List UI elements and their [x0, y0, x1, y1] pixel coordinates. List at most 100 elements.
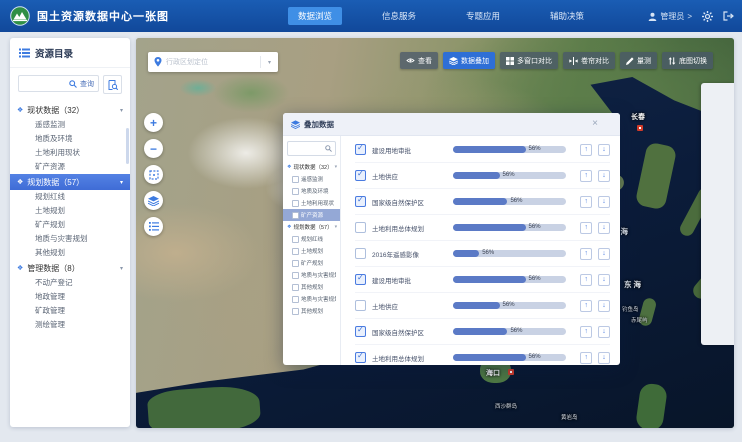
layer-checkbox[interactable] [355, 274, 366, 285]
move-up-button[interactable]: ↑ [580, 352, 592, 364]
layer-checkbox[interactable] [355, 326, 366, 337]
sidebar-item[interactable]: 地质及环境 [10, 132, 130, 146]
tool-5-button[interactable]: 量测 [620, 52, 657, 69]
sidebar-item[interactable]: 矿产规划 [10, 218, 130, 232]
checkbox[interactable] [292, 212, 299, 219]
checkbox[interactable] [292, 188, 299, 195]
sidebar-item[interactable]: 矿产资源 [10, 160, 130, 174]
checkbox[interactable] [292, 248, 299, 255]
move-down-button[interactable]: ↓ [598, 170, 610, 182]
opacity-slider[interactable]: 56% [453, 146, 566, 153]
opacity-slider[interactable]: 56% [453, 250, 566, 257]
tool-1-button[interactable]: 查看 [400, 52, 438, 69]
move-down-button[interactable]: ↓ [598, 300, 610, 312]
move-up-button[interactable]: ↑ [580, 274, 592, 286]
move-down-button[interactable]: ↓ [598, 326, 610, 338]
sidebar-item[interactable]: 地政管理 [10, 290, 130, 304]
sidebar-item[interactable]: 矿政管理 [10, 304, 130, 318]
move-down-button[interactable]: ↓ [598, 144, 610, 156]
checkbox[interactable] [292, 296, 299, 303]
sidebar-scrollbar[interactable] [126, 128, 129, 164]
dialog-search-input[interactable] [287, 141, 336, 156]
layers-button[interactable] [144, 191, 163, 210]
advanced-search-button[interactable] [103, 75, 122, 94]
user-menu[interactable]: 管理员 > [648, 11, 692, 22]
move-up-button[interactable]: ↑ [580, 300, 592, 312]
right-drawer[interactable] [701, 83, 734, 345]
dialog-tree-item[interactable]: 地质与灾害规划 [287, 269, 336, 281]
sidebar-item[interactable]: 遥感监测 [10, 118, 130, 132]
dialog-tree-group-2[interactable]: ❖规划数据（57）▾ [287, 221, 336, 233]
settings-gear-icon[interactable] [702, 11, 713, 22]
legend-button[interactable] [144, 217, 163, 236]
opacity-slider[interactable]: 56% [453, 302, 566, 309]
nav-item-1[interactable]: 数据浏览 [288, 7, 342, 25]
dialog-tree-group-1[interactable]: ❖现状数据（32）▾ [287, 161, 336, 173]
dialog-tree-item[interactable]: 土地利用现状 [287, 197, 336, 209]
checkbox[interactable] [292, 236, 299, 243]
tool-2-button[interactable]: 数据叠加 [443, 52, 495, 69]
nav-item-4[interactable]: 辅助决策 [540, 7, 594, 25]
checkbox[interactable] [292, 200, 299, 207]
sidebar-group-3[interactable]: ❖管理数据（8）▾ [10, 260, 130, 276]
opacity-slider[interactable]: 56% [453, 224, 566, 231]
opacity-slider[interactable]: 56% [453, 276, 566, 283]
sidebar-item[interactable]: 土地规划 [10, 204, 130, 218]
dialog-tree-item[interactable]: 土地规划 [287, 245, 336, 257]
tool-3-button[interactable]: 多窗口对比 [500, 52, 558, 69]
full-extent-button[interactable] [144, 165, 163, 184]
sidebar-group-1[interactable]: ❖现状数据（32）▾ [10, 102, 130, 118]
move-up-button[interactable]: ↑ [580, 248, 592, 260]
sidebar-item[interactable]: 其他规划 [10, 246, 130, 260]
opacity-slider[interactable]: 56% [453, 328, 566, 335]
layer-checkbox[interactable] [355, 196, 366, 207]
move-up-button[interactable]: ↑ [580, 222, 592, 234]
tool-4-button[interactable]: 卷帘对比 [563, 52, 615, 69]
dialog-tree-item[interactable]: 规划红线 [287, 233, 336, 245]
move-down-button[interactable]: ↓ [598, 274, 610, 286]
close-icon[interactable]: × [592, 119, 598, 129]
tool-6-button[interactable]: 底图切换 [662, 52, 713, 69]
search-input[interactable]: 查询 [18, 75, 99, 92]
checkbox[interactable] [292, 176, 299, 183]
layer-checkbox[interactable] [355, 248, 366, 259]
dialog-tree-item[interactable]: 其他规划 [287, 281, 336, 293]
sidebar-item[interactable]: 规划红线 [10, 190, 130, 204]
layer-checkbox[interactable] [355, 352, 366, 363]
dialog-tree-item[interactable]: 遥感监测 [287, 173, 336, 185]
sidebar-item[interactable]: 测绘管理 [10, 318, 130, 332]
move-up-button[interactable]: ↑ [580, 144, 592, 156]
dialog-tree-item[interactable]: 其他规划 [287, 305, 336, 317]
layer-checkbox[interactable] [355, 170, 366, 181]
checkbox[interactable] [292, 272, 299, 279]
sidebar-group-2[interactable]: ❖规划数据（57）▾ [10, 174, 130, 190]
move-up-button[interactable]: ↑ [580, 196, 592, 208]
move-up-button[interactable]: ↑ [580, 326, 592, 338]
move-down-button[interactable]: ↓ [598, 248, 610, 260]
move-down-button[interactable]: ↓ [598, 222, 610, 234]
dialog-tree-item[interactable]: 地质与灾害规划 [287, 293, 336, 305]
sidebar-item[interactable]: 土地利用现状 [10, 146, 130, 160]
checkbox[interactable] [292, 308, 299, 315]
zoom-out-button[interactable]: − [144, 139, 163, 158]
sidebar-item[interactable]: 不动产登记 [10, 276, 130, 290]
sidebar-item[interactable]: 地质与灾害规划 [10, 232, 130, 246]
move-down-button[interactable]: ↓ [598, 196, 610, 208]
dialog-tree-item[interactable]: 矿产规划 [287, 257, 336, 269]
logout-icon[interactable] [723, 11, 734, 21]
layer-checkbox[interactable] [355, 300, 366, 311]
region-locator-select[interactable]: 行政区划定位 ▾ [148, 52, 278, 72]
checkbox[interactable] [292, 260, 299, 267]
checkbox[interactable] [292, 284, 299, 291]
dialog-tree-item[interactable]: 地质及环境 [287, 185, 336, 197]
zoom-in-button[interactable]: + [144, 113, 163, 132]
nav-item-2[interactable]: 信息服务 [372, 7, 426, 25]
dialog-tree-item[interactable]: 矿产资源 [283, 209, 340, 221]
opacity-slider[interactable]: 56% [453, 172, 566, 179]
layer-checkbox[interactable] [355, 222, 366, 233]
opacity-slider[interactable]: 56% [453, 198, 566, 205]
opacity-slider[interactable]: 56% [453, 354, 566, 361]
layer-checkbox[interactable] [355, 144, 366, 155]
nav-item-3[interactable]: 专题应用 [456, 7, 510, 25]
move-up-button[interactable]: ↑ [580, 170, 592, 182]
